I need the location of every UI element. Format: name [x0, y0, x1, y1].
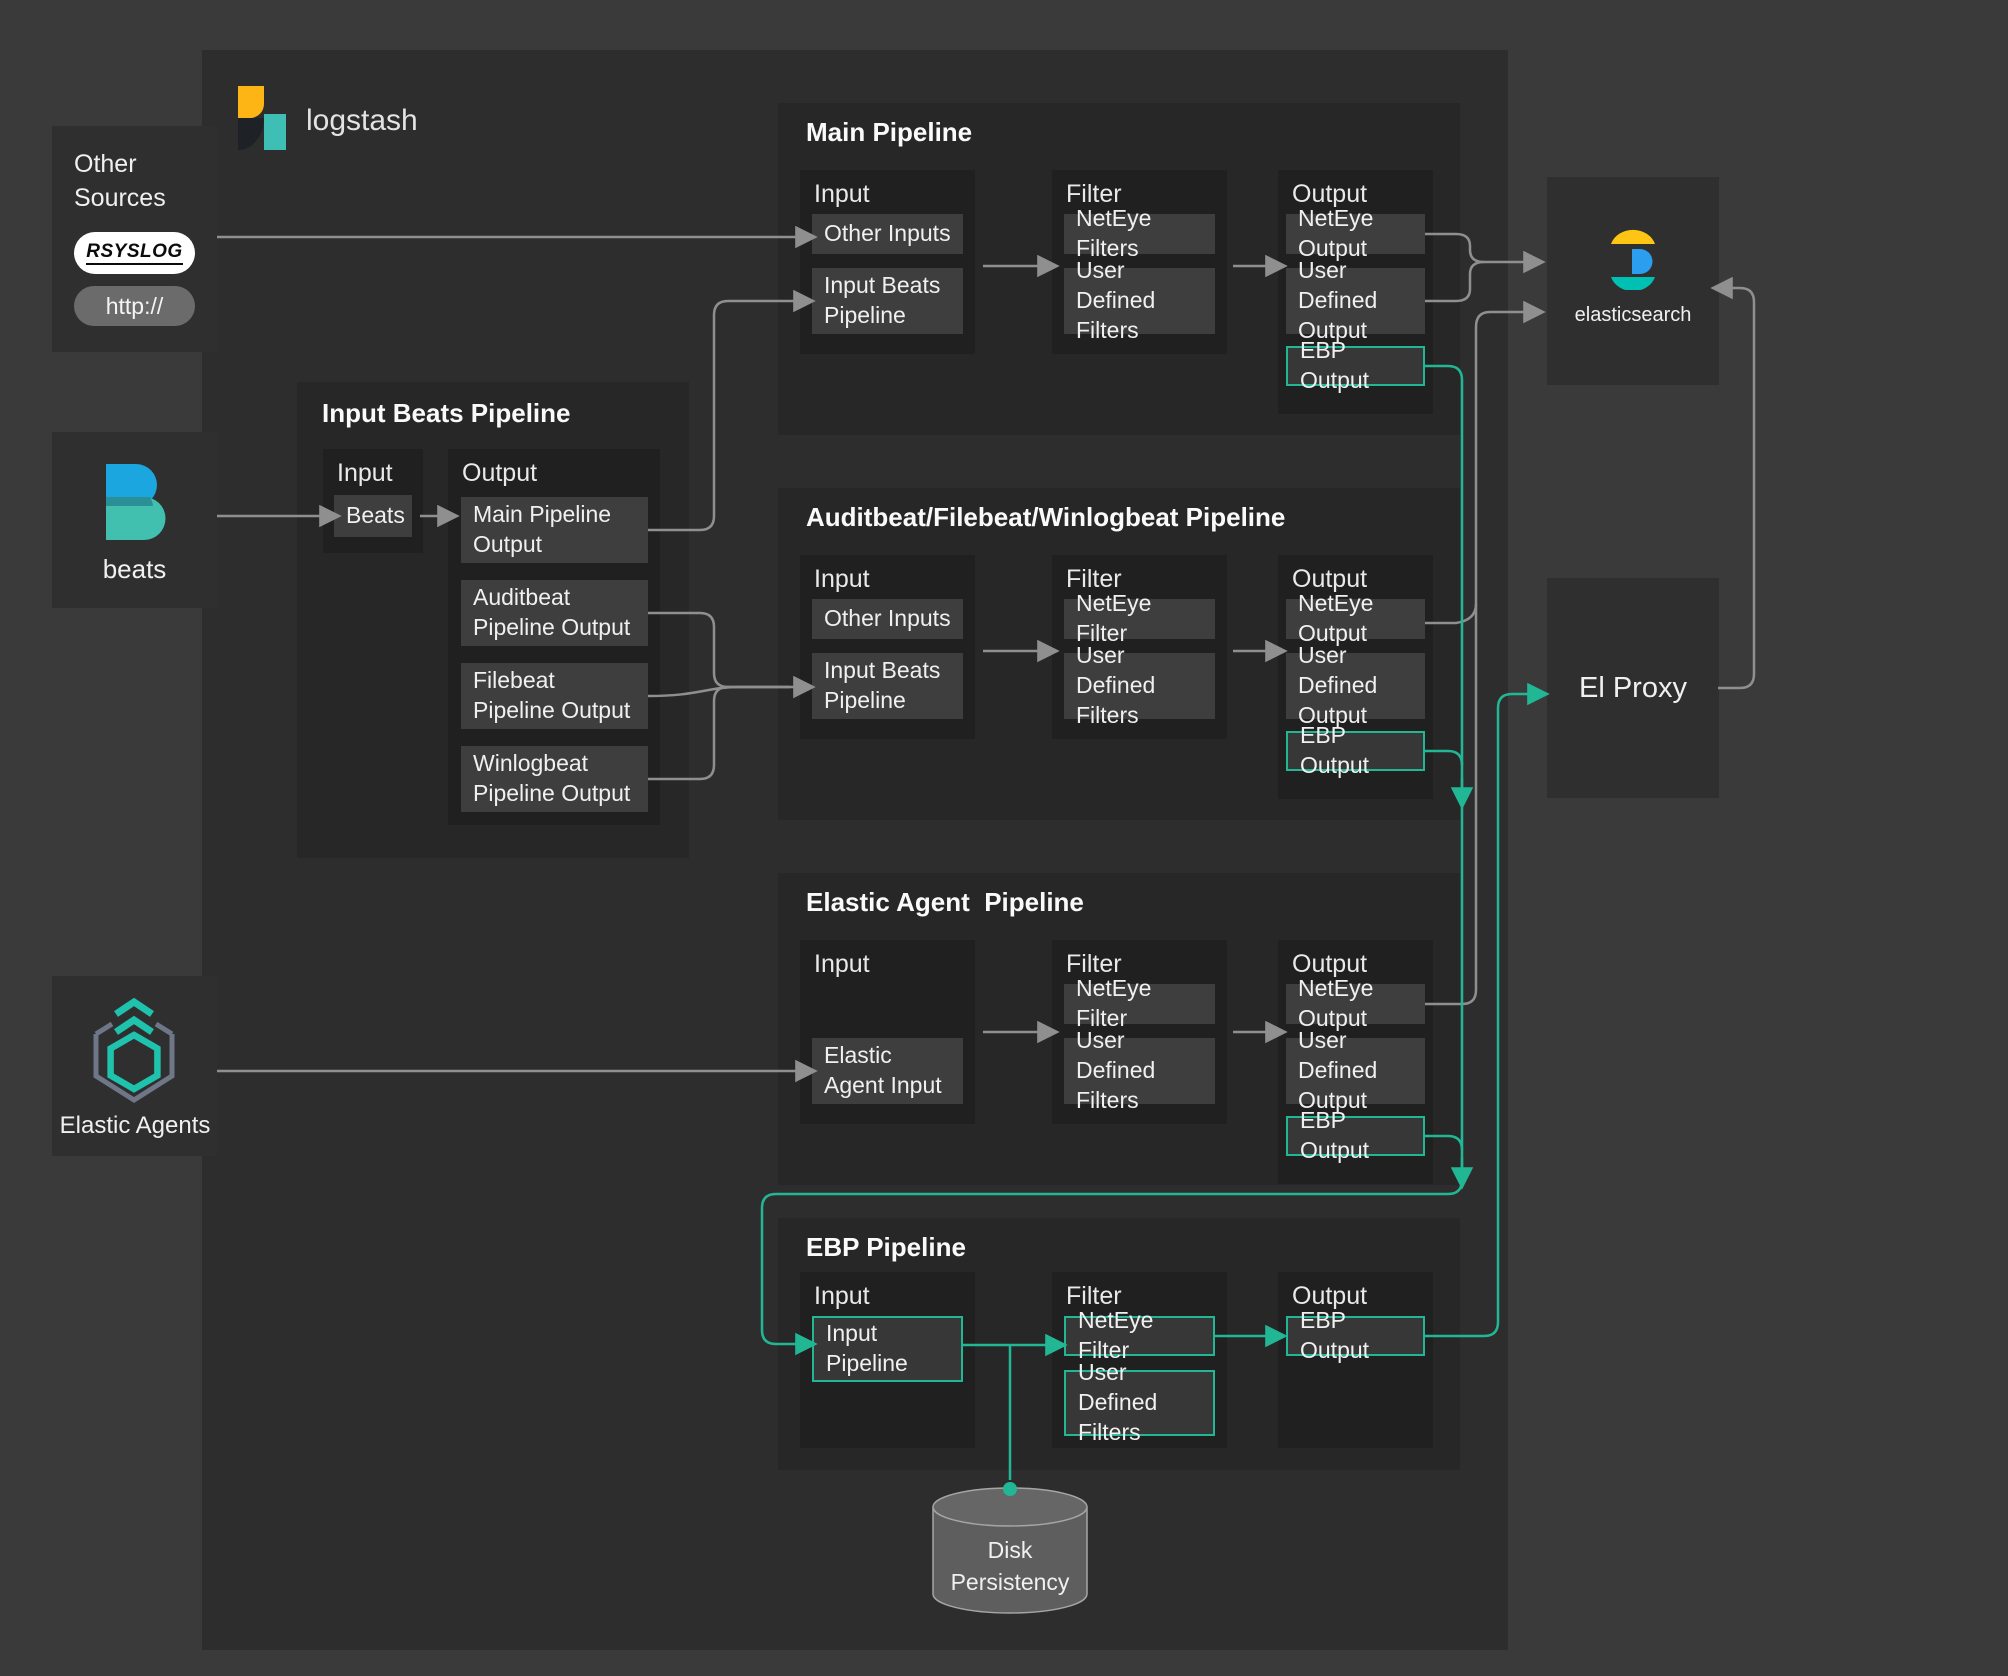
main-input-header: Input — [814, 180, 870, 208]
chip-ibp-auditbeat-pipeline-output: Auditbeat Pipeline Output — [461, 580, 648, 646]
abw-input-header: Input — [814, 565, 870, 593]
chip-main-user-defined-output: User Defined Output — [1286, 257, 1425, 343]
chip-abw-user-defined-filters: User Defined Filters — [1064, 642, 1215, 728]
elasticsearch-label: elasticsearch — [1574, 304, 1692, 326]
chip-ebp-user-defined-filters: User Defined Filters — [1064, 1359, 1215, 1445]
ibp-output-header: Output — [462, 459, 538, 487]
abw-pipeline-title: Auditbeat/Filebeat/Winlogbeat Pipeline — [806, 502, 1286, 532]
diagram-canvas: logstash Other Sources rsyslog http:// b… — [0, 0, 2008, 1676]
chip-abw-ebp-output: EBP Output — [1286, 722, 1425, 778]
chip-ea-elastic-agent-input: Elastic Agent Input — [812, 1038, 963, 1104]
chip-abw-input-beats-pipeline: Input Beats Pipeline — [812, 653, 963, 719]
ea-input-header: Input — [814, 950, 870, 978]
chip-abw-neteye-filter: NetEye Filter — [1064, 590, 1215, 646]
chip-ebp-ebp-output: EBP Output — [1286, 1307, 1425, 1363]
beats-logo-icon — [106, 464, 166, 540]
chip-main-ebp-output: EBP Output — [1286, 337, 1425, 393]
chip-ea-neteye-filter: NetEye Filter — [1064, 975, 1215, 1031]
chip-ea-user-defined-output: User Defined Output — [1286, 1027, 1425, 1113]
input-beats-pipeline-title: Input Beats Pipeline — [322, 398, 571, 428]
chip-ibp-beats: Beats — [334, 495, 412, 537]
chip-main-other-inputs: Other Inputs — [812, 214, 963, 254]
el-proxy-label: El Proxy — [1579, 672, 1687, 704]
beats-label: beats — [102, 554, 167, 584]
disk-persistency-label: Disk Persistency — [950, 1537, 1070, 1596]
logstash-wordmark: logstash — [306, 104, 418, 137]
elastic-agent-icon — [93, 997, 175, 1103]
elastic-agents-label: Elastic Agents — [59, 1112, 211, 1139]
ibp-input-header: Input — [337, 459, 393, 487]
elasticsearch-logo-icon — [1611, 229, 1655, 290]
chip-ea-ebp-output: EBP Output — [1286, 1107, 1425, 1163]
chip-ibp-winlogbeat-pipeline-output: Winlogbeat Pipeline Output — [461, 746, 648, 812]
chip-ibp-main-pipeline-output: Main Pipeline Output — [461, 497, 648, 563]
chip-ea-user-defined-filters: User Defined Filters — [1064, 1027, 1215, 1113]
chip-main-neteye-output: NetEye Output — [1286, 205, 1425, 261]
chip-abw-other-inputs: Other Inputs — [812, 599, 963, 639]
chip-ibp-filebeat-pipeline-output: Filebeat Pipeline Output — [461, 663, 648, 729]
other-sources-title: Other Sources — [74, 150, 166, 212]
chip-ebp-neteye-filter: NetEye Filter — [1064, 1307, 1215, 1363]
chip-main-neteye-filters: NetEye Filters — [1064, 205, 1215, 261]
chip-main-user-defined-filters: User Defined Filters — [1064, 257, 1215, 343]
chip-main-input-beats-pipeline: Input Beats Pipeline — [812, 268, 963, 334]
rsyslog-badge: rsyslog — [74, 232, 195, 274]
chip-ebp-input-pipeline: Input Pipeline — [812, 1316, 963, 1382]
logstash-logo-icon — [238, 86, 286, 150]
chip-abw-neteye-output: NetEye Output — [1286, 590, 1425, 646]
http-label: http:// — [105, 292, 164, 319]
ebp-input-header: Input — [814, 1282, 870, 1310]
ebp-pipeline-title: EBP Pipeline — [806, 1232, 966, 1262]
chip-ea-neteye-output: NetEye Output — [1286, 975, 1425, 1031]
rsyslog-label: rsyslog — [86, 241, 183, 265]
ea-pipeline-title: Elastic Agent Pipeline — [806, 887, 1084, 917]
http-badge: http:// — [74, 286, 195, 326]
main-pipeline-title: Main Pipeline — [806, 117, 973, 147]
chip-abw-user-defined-output: User Defined Output — [1286, 642, 1425, 728]
